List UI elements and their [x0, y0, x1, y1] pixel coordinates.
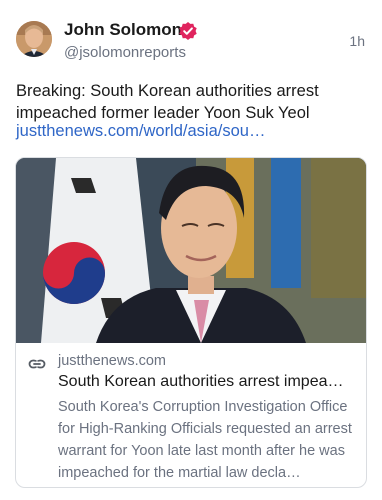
link-preview-body: justthenews.com South Korean authorities…	[16, 343, 366, 487]
author-name[interactable]: John Solomon	[64, 20, 182, 40]
post: John Solomon @jsolomonreports 1h Breakin…	[0, 0, 382, 500]
author-handle[interactable]: @jsolomonreports	[64, 44, 186, 61]
link-preview-title[interactable]: South Korean authorities arrest impea…	[58, 373, 358, 391]
post-timestamp: 1h	[349, 33, 365, 49]
link-preview-domain: justthenews.com	[58, 353, 166, 369]
author-avatar[interactable]	[16, 21, 52, 57]
post-link[interactable]: justthenews.com/world/asia/sou…	[16, 122, 265, 141]
link-icon	[28, 355, 46, 373]
post-text: Breaking: South Korean authorities arres…	[16, 82, 319, 122]
link-preview-card[interactable]: justthenews.com South Korean authorities…	[15, 157, 367, 488]
link-preview-image	[16, 158, 366, 343]
verified-badge-icon	[178, 21, 198, 41]
link-preview-description: South Korea's Corruption Investigation O…	[58, 399, 352, 481]
